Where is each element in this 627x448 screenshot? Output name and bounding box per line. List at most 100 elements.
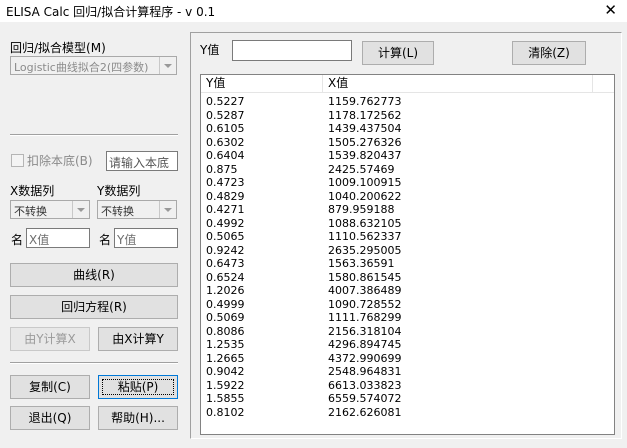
x-cell: 1090.728552 [328,297,402,311]
chevron-down-icon [159,57,176,74]
curve-button[interactable]: 曲线(R) [10,263,178,287]
chevron-down-icon [159,201,176,218]
y-value-label: Y值 [200,43,220,57]
x-cell: 2635.295005 [328,243,402,257]
list-item[interactable]: 0.5227 1159.762773 [201,95,614,109]
x-cell: 879.959188 [328,203,395,216]
y-cell: 0.5287 [206,108,245,122]
y-cell: 0.6302 [206,135,245,149]
x-cell: 2548.964831 [328,365,402,378]
list-item[interactable]: 1.2026 4007.386489 [201,284,614,298]
x-cell: 4372.990699 [328,351,402,365]
y-name-value: Y值 [117,233,137,247]
list-item[interactable]: 0.6302 1505.276326 [201,136,614,150]
column-header-x[interactable]: X值 [323,75,593,92]
list-item[interactable]: 0.8086 2156.318104 [201,325,614,339]
model-label: 回归/拟合模型(M) [10,41,106,55]
list-item[interactable]: 0.6105 1439.437504 [201,122,614,136]
x-name-label: 名 [11,233,24,247]
list-item[interactable]: 0.6404 1539.820437 [201,149,614,163]
x-cell: 1539.820437 [328,149,402,162]
x-cell: 2162.626081 [328,405,402,419]
list-rows: 0.5227 1159.762773 0.5287 1178.172562 0.6105… [201,95,614,419]
x-cell: 1110.562337 [328,230,402,243]
subtract-background-checkbox[interactable] [11,154,24,167]
x-cell: 1580.861545 [328,270,402,284]
list-item[interactable]: 0.4992 1088.632105 [201,217,614,231]
list-item[interactable]: 0.8102 2162.626081 [201,406,614,420]
model-select[interactable]: Logistic曲线拟合2(四参数) [10,56,177,75]
y-cell: 1.5922 [206,378,245,392]
regression-equation-button[interactable]: 回归方程(R) [10,295,178,319]
y-column-label: Y数据列 [97,184,141,198]
list-item[interactable]: 0.875 2425.57469 [201,163,614,177]
y-cell: 0.6404 [206,149,245,162]
x-name-value: X值 [29,233,50,247]
x-column-label: X数据列 [10,184,55,198]
x-cell: 4007.386489 [328,284,402,297]
subtract-background-label: 扣除本底(B) [27,154,93,168]
results-list[interactable]: Y值 X值 0.5227 1159.762773 0.5287 1178.172562… [200,74,615,435]
help-button[interactable]: 帮助(H)... [98,406,178,430]
y-cell: 1.2665 [206,351,245,365]
x-name-input[interactable]: X值 [26,228,90,248]
model-select-value: Logistic曲线拟合2(四参数) [14,61,149,74]
y-name-input[interactable]: Y值 [114,228,178,248]
list-item[interactable]: 1.2665 4372.990699 [201,352,614,366]
window-title: ELISA Calc 回归/拟合计算程序 - v 0.1 [6,5,216,19]
x-cell: 1009.100915 [328,176,402,189]
x-cell: 2425.57469 [328,162,395,176]
y-value-input[interactable] [232,40,352,61]
list-item[interactable]: 0.9242 2635.295005 [201,244,614,258]
x-cell: 6613.033823 [328,378,402,392]
copy-button[interactable]: 复制(C) [10,375,90,399]
x-cell: 4296.894745 [328,338,402,351]
y-cell: 0.4829 [206,189,245,203]
background-input-placeholder: 请输入本底 [109,156,170,170]
y-cell: 0.8086 [206,324,245,338]
y-cell: 0.4999 [206,297,245,311]
list-item[interactable]: 0.5069 1111.768299 [201,311,614,325]
list-item[interactable]: 1.5922 6613.033823 [201,379,614,393]
list-item[interactable]: 0.4829 1040.200622 [201,190,614,204]
y-transform-select[interactable]: 不转换 [97,200,177,219]
column-header-y[interactable]: Y值 [201,75,323,92]
background-input[interactable]: 请输入本底 [106,151,178,171]
x-cell: 1178.172562 [328,108,402,122]
x-cell: 1439.437504 [328,122,402,135]
divider [10,362,178,364]
paste-button[interactable]: 粘贴(P) [98,375,178,399]
y-cell: 0.5069 [206,311,245,324]
clear-button[interactable]: 清除(Z) [512,41,586,65]
list-item[interactable]: 0.4723 1009.100915 [201,176,614,190]
title-bar: ELISA Calc 回归/拟合计算程序 - v 0.1 ✕ [0,0,627,22]
list-item[interactable]: 0.9042 2548.964831 [201,365,614,379]
calc-x-from-y-button[interactable]: 由Y计算X [10,327,90,351]
list-item[interactable]: 0.5065 1110.562337 [201,230,614,244]
list-item[interactable]: 0.6524 1580.861545 [201,271,614,285]
x-transform-select[interactable]: 不转换 [10,200,90,219]
list-item[interactable]: 1.5855 6559.574072 [201,392,614,406]
y-cell: 0.6473 [206,257,245,270]
x-cell: 1088.632105 [328,216,402,230]
y-cell: 1.5855 [206,392,245,405]
list-item[interactable]: 1.2535 4296.894745 [201,338,614,352]
list-item[interactable]: 0.6473 1563.36591 [201,257,614,271]
list-item[interactable]: 0.5287 1178.172562 [201,109,614,123]
y-cell: 0.6524 [206,270,245,284]
close-icon[interactable]: ✕ [604,1,617,19]
list-item[interactable]: 0.4999 1090.728552 [201,298,614,312]
calc-y-from-x-button[interactable]: 由X计算Y [98,327,178,351]
y-cell: 0.6105 [206,122,245,135]
list-item[interactable]: 0.4271 879.959188 [201,203,614,217]
list-header: Y值 X值 [201,75,614,93]
exit-button[interactable]: 退出(Q) [10,406,90,430]
y-cell: 0.4271 [206,203,245,216]
y-cell: 0.9042 [206,365,245,378]
divider [10,134,178,136]
x-cell: 1563.36591 [328,257,395,270]
calculate-button[interactable]: 计算(L) [362,41,434,65]
x-cell: 6559.574072 [328,392,402,405]
y-cell: 0.9242 [206,243,245,257]
chevron-down-icon [72,201,89,218]
